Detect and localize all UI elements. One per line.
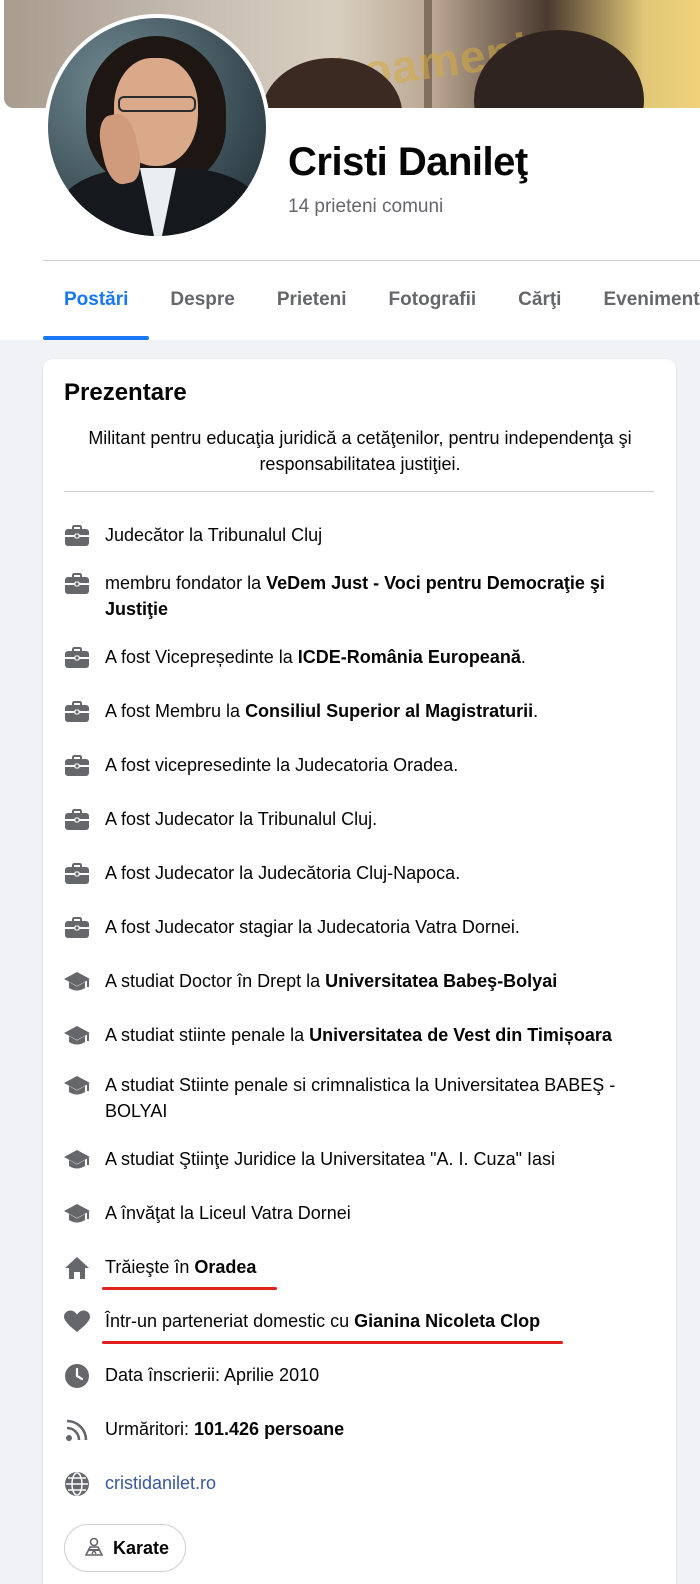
- intro-item-text: Trăieşte în: [105, 1257, 195, 1277]
- tab-events[interactable]: Evenimente: [582, 262, 700, 338]
- intro-item-text: A studiat Doctor în Drept la: [105, 971, 326, 991]
- intro-item: Într-un parteneriat domestic cu Gianina …: [63, 1308, 653, 1336]
- intro-item-text: membru fondator la: [105, 573, 267, 593]
- globe-icon: [63, 1470, 91, 1498]
- briefcase-icon: [63, 698, 91, 726]
- highlight-underline-residence: [102, 1287, 277, 1290]
- clock-icon: [63, 1362, 91, 1390]
- intro-item-text: A studiat stiinte penale la: [105, 1025, 310, 1045]
- profile-header: ă oameni Cristi Danileţ 14 prieteni comu…: [0, 0, 700, 340]
- hobby-chip-karate[interactable]: Karate: [64, 1524, 187, 1572]
- intro-item-text: A fost Membru la: [105, 701, 246, 721]
- website-link[interactable]: cristidanilet.ro: [105, 1473, 216, 1493]
- intro-item-text: A studiat Ştiinţe Juridice la Universita…: [105, 1149, 555, 1169]
- intro-item-text: A fost Judecator la Judecătoria Cluj-Nap…: [105, 863, 461, 883]
- intro-item-entity-link[interactable]: Oradea: [194, 1257, 256, 1277]
- intro-item: A fost Judecator la Tribunalul Cluj.: [63, 806, 653, 834]
- intro-item: Trăieşte în Oradea: [63, 1254, 653, 1282]
- intro-item-text: A studiat Stiinte penale si crimnalistic…: [105, 1075, 616, 1121]
- graduation-cap-icon: [63, 968, 91, 996]
- briefcase-icon: [63, 752, 91, 780]
- profile-tabs: Postări Despre Prieteni Fotografii Cărţi…: [43, 262, 700, 340]
- karate-icon: [83, 1537, 105, 1559]
- mutual-friends-link[interactable]: 14 prieteni comuni: [288, 196, 443, 218]
- intro-item: membru fondator la VeDem Just - Voci pen…: [63, 570, 653, 622]
- intro-title: Prezentare: [64, 379, 187, 406]
- briefcase-icon: [63, 570, 91, 598]
- intro-item: A învăţat la Liceul Vatra Dornei: [63, 1200, 653, 1228]
- tab-posts[interactable]: Postări: [43, 262, 150, 340]
- highlight-underline-relationship: [102, 1341, 563, 1344]
- intro-item-entity-link[interactable]: Gianina Nicoleta Clop: [354, 1311, 540, 1331]
- intro-item: A fost vicepresedinte la Judecatoria Ora…: [63, 752, 653, 780]
- intro-item: Data înscrierii: Aprilie 2010: [63, 1362, 653, 1390]
- tab-books[interactable]: Cărţi: [497, 262, 582, 338]
- graduation-cap-icon: [63, 1022, 91, 1050]
- intro-item: Judecător la Tribunalul Cluj: [63, 522, 653, 550]
- intro-item-text: A fost Vicepreședinte la: [105, 647, 298, 667]
- intro-item-text: A învăţat la Liceul Vatra Dornei: [105, 1203, 351, 1223]
- intro-item: cristidanilet.ro: [63, 1470, 653, 1498]
- tab-photos[interactable]: Fotografii: [368, 262, 498, 338]
- intro-item-entity-link[interactable]: 101.426 persoane: [194, 1419, 344, 1439]
- briefcase-icon: [63, 644, 91, 672]
- graduation-cap-icon: [63, 1200, 91, 1228]
- profile-avatar[interactable]: [44, 14, 270, 240]
- intro-item-text: A fost vicepresedinte la Judecatoria Ora…: [105, 755, 459, 775]
- tab-friends[interactable]: Prieteni: [256, 262, 368, 338]
- briefcase-icon: [63, 806, 91, 834]
- intro-item: A studiat Stiinte penale si crimnalistic…: [63, 1072, 653, 1124]
- hobby-label: Karate: [113, 1537, 170, 1558]
- header-divider: [43, 260, 700, 261]
- tab-about[interactable]: Despre: [149, 262, 255, 338]
- intro-item-text: Judecător la Tribunalul Cluj: [105, 525, 323, 545]
- intro-card: Prezentare Militant pentru educaţia juri…: [43, 359, 676, 1584]
- intro-item: Urmăritori: 101.426 persoane: [63, 1416, 653, 1444]
- intro-item-entity-link[interactable]: Consiliul Superior al Magistraturii: [245, 701, 533, 721]
- graduation-cap-icon: [63, 1146, 91, 1174]
- intro-item: A fost Membru la Consiliul Superior al M…: [63, 698, 653, 726]
- intro-item-suffix: .: [533, 701, 539, 721]
- home-icon: [63, 1254, 91, 1282]
- profile-photo: [48, 18, 266, 236]
- intro-item-text: Urmăritori:: [105, 1419, 194, 1439]
- intro-item: A fost Vicepreședinte la ICDE-România Eu…: [63, 644, 653, 672]
- intro-item: A studiat Ştiinţe Juridice la Universita…: [63, 1146, 653, 1174]
- intro-item-entity-link[interactable]: ICDE-România Europeană: [298, 647, 521, 667]
- heart-icon: [63, 1308, 91, 1336]
- intro-item: A fost Judecator la Judecătoria Cluj-Nap…: [63, 860, 653, 888]
- intro-item-entity-link[interactable]: Universitatea de Vest din Timișoara: [309, 1025, 612, 1045]
- rss-icon: [63, 1416, 91, 1444]
- intro-item-text: A fost Judecator la Tribunalul Cluj.: [105, 809, 378, 829]
- briefcase-icon: [63, 914, 91, 942]
- intro-divider: [64, 491, 654, 492]
- intro-bio: Militant pentru educaţia juridică a cetă…: [88, 428, 632, 474]
- intro-item: A studiat stiinte penale la Universitate…: [63, 1022, 653, 1050]
- intro-item-text: Într-un parteneriat domestic cu: [105, 1311, 355, 1331]
- briefcase-icon: [63, 522, 91, 550]
- intro-item: A studiat Doctor în Drept la Universitat…: [63, 968, 653, 996]
- intro-item-text: A fost Judecator stagiar la Judecatoria …: [105, 917, 520, 937]
- intro-item: A fost Judecator stagiar la Judecatoria …: [63, 914, 653, 942]
- graduation-cap-icon: [63, 1072, 91, 1100]
- intro-item-suffix: .: [520, 647, 526, 667]
- intro-item-entity-link[interactable]: Universitatea Babeş-Bolyai: [325, 971, 557, 991]
- profile-name: Cristi Danileţ: [288, 140, 528, 184]
- intro-item-text: Data înscrierii: Aprilie 2010: [105, 1365, 320, 1385]
- briefcase-icon: [63, 860, 91, 888]
